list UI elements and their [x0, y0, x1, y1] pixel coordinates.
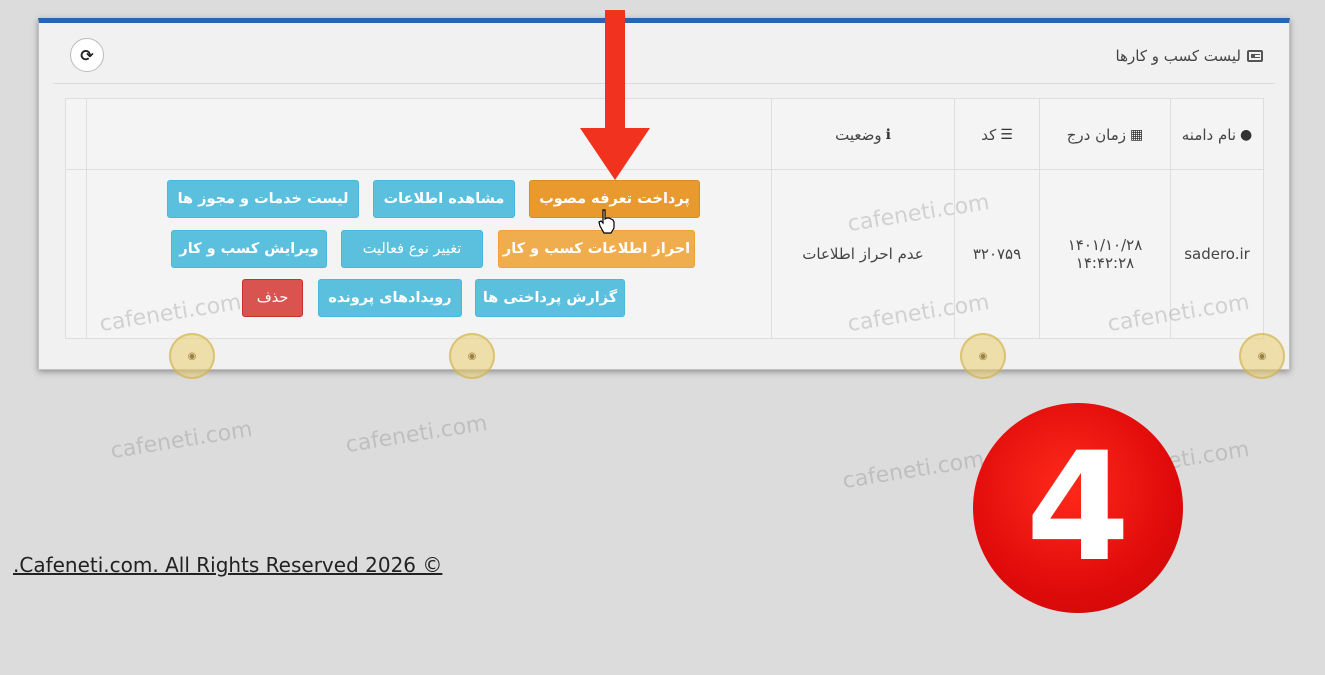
panel-title-text: لیست کسب و کارها: [1115, 47, 1241, 65]
header-domain-label: نام دامنه: [1181, 125, 1237, 144]
cafeneti-logo-watermark: ◉: [449, 333, 495, 379]
calendar-icon: ▦: [1130, 126, 1144, 143]
view-info-button[interactable]: مشاهده اطلاعات: [373, 180, 515, 218]
watermark-text: cafeneti.com: [840, 446, 987, 495]
id-card-icon: [1247, 50, 1263, 62]
cell-time-value: ۱۴:۴۲:۲۸: [1075, 254, 1135, 272]
header-code-label: کد: [981, 125, 997, 144]
red-arrow-icon: [580, 10, 650, 180]
header-time-label: زمان درج: [1066, 125, 1126, 144]
cafeneti-logo-watermark: ◉: [1239, 333, 1285, 379]
header-code: ☰ کد: [954, 98, 1040, 170]
header-domain: ● نام دامنه: [1170, 98, 1264, 170]
step-number-badge: 4: [973, 403, 1183, 613]
file-events-button[interactable]: رویدادهای پرونده: [318, 279, 462, 317]
change-activity-button[interactable]: تغییر نوع فعالیت: [341, 230, 483, 268]
payments-report-button[interactable]: گزارش پرداختی ها: [475, 279, 625, 317]
refresh-icon: ⟳: [80, 45, 94, 65]
cafeneti-logo-watermark: ◉: [960, 333, 1006, 379]
edit-business-button[interactable]: ویرایش کسب و کار: [171, 230, 327, 268]
watermark-text: cafeneti.com: [108, 416, 255, 465]
header-status-label: وضعیت: [835, 125, 882, 144]
header-actions: [86, 98, 772, 170]
delete-button[interactable]: حذف: [242, 279, 303, 317]
business-list-panel: لیست کسب و کارها ⟳ ● نام دامنه ▦ زمان درج …: [38, 18, 1290, 379]
cell-domain: sadero.ir: [1170, 169, 1264, 339]
table-header-row: ● نام دامنه ▦ زمان درج ☰ کد ℹ وضعیت: [65, 98, 1264, 170]
divider: [53, 83, 1275, 84]
cell-code: ۳۲۰۷۵۹: [954, 169, 1040, 339]
cell-time: ۱۴۰۱/۱۰/۲۸ ۱۴:۴۲:۲۸: [1039, 169, 1171, 339]
header-blank: [65, 98, 87, 170]
cafeneti-logo-watermark: ◉: [169, 333, 215, 379]
refresh-button[interactable]: ⟳: [70, 38, 104, 72]
footer-copyright: .Cafeneti.com. All Rights Reserved 2026 …: [13, 553, 443, 577]
services-list-button[interactable]: لیست خدمات و مجوز ها: [167, 180, 359, 218]
watermark-text: cafeneti.com: [343, 410, 490, 459]
list-icon: ☰: [1000, 126, 1013, 143]
cell-date-value: ۱۴۰۱/۱۰/۲۸: [1067, 236, 1143, 254]
header-status: ℹ وضعیت: [771, 98, 955, 170]
panel-title: لیست کسب و کارها: [1116, 47, 1263, 65]
cell-status: عدم احراز اطلاعات: [771, 169, 955, 339]
globe-icon: ●: [1240, 126, 1253, 143]
hand-cursor-icon: [598, 209, 615, 234]
cell-blank: [65, 169, 87, 339]
header-time: ▦ زمان درج: [1039, 98, 1171, 170]
verify-info-button[interactable]: احراز اطلاعات کسب و کار: [498, 230, 695, 268]
info-icon: ℹ: [885, 126, 891, 143]
